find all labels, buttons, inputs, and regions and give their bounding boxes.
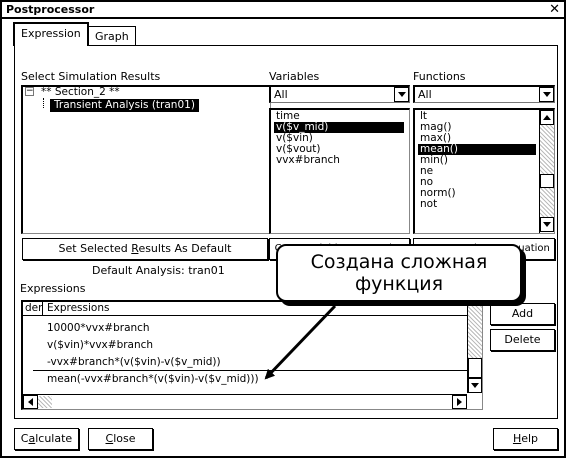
scroll-track[interactable]: [540, 125, 554, 175]
variables-list[interactable]: time v($v_mid) v($vin) v($vout) vvx#bran…: [269, 108, 410, 234]
scroll-thumb[interactable]: [468, 358, 482, 378]
tab-expression-label: Expression: [21, 27, 81, 40]
variables-filter-select[interactable]: All: [269, 85, 410, 103]
postprocessor-dialog: Postprocessor ✕ Expression Graph Select …: [0, 0, 566, 458]
chevron-down-icon[interactable]: [539, 87, 554, 102]
scroll-thumb[interactable]: [540, 174, 554, 188]
function-item[interactable]: not: [418, 199, 439, 210]
set-default-label-post: esults As Default: [138, 242, 232, 255]
functions-label: Functions: [413, 70, 466, 83]
default-analysis-text: Default Analysis: tran01: [92, 264, 225, 277]
tree-collapse-icon[interactable]: −: [25, 87, 34, 96]
annotation-callout: Создана сложная функция: [276, 244, 522, 302]
tree-child-transient[interactable]: Transient Analysis (tran01): [50, 99, 199, 112]
close-button[interactable]: Close: [88, 428, 153, 450]
scroll-thumb[interactable]: [38, 396, 52, 408]
sim-results-tree[interactable]: − ** Section_2 ** Transient Analysis (tr…: [21, 85, 271, 234]
functions-list[interactable]: lt mag() max() mean() min() ne no norm()…: [413, 108, 555, 234]
callout-line-2: функция: [354, 273, 444, 295]
column-header-expressions[interactable]: Expressions: [47, 302, 109, 314]
title-bar: Postprocessor ✕: [2, 2, 564, 19]
scroll-up-icon[interactable]: [540, 110, 554, 125]
sim-results-label: Select Simulation Results: [21, 70, 161, 83]
scroll-down-icon[interactable]: [468, 378, 482, 393]
variable-item[interactable]: vvx#branch: [274, 155, 342, 166]
expression-row[interactable]: v($vin)*vvx#branch: [45, 340, 155, 351]
expressions-label: Expressions: [20, 282, 86, 295]
tree-connector: [43, 98, 44, 108]
window-title: Postprocessor: [6, 3, 95, 16]
set-default-label-pre: Set Selected: [58, 242, 132, 255]
expression-panel: Select Simulation Results − ** Section_2…: [14, 45, 558, 419]
delete-button[interactable]: Delete: [490, 329, 555, 351]
scroll-left-icon[interactable]: [23, 395, 38, 409]
functions-filter-value: All: [418, 88, 432, 101]
expressions-table[interactable]: der Expressions 10000*vvx#branch v($vin)…: [21, 300, 483, 410]
functions-filter-select[interactable]: All: [413, 85, 555, 103]
close-icon[interactable]: ✕: [549, 2, 560, 17]
tab-graph[interactable]: Graph: [88, 26, 136, 46]
add-button[interactable]: Add: [490, 303, 555, 325]
expression-row[interactable]: 10000*vvx#branch: [45, 323, 152, 334]
row-divider: [33, 370, 467, 371]
expressions-vscrollbar[interactable]: [467, 302, 482, 393]
scroll-down-icon[interactable]: [540, 217, 554, 232]
tree-root[interactable]: ** Section_2 **: [39, 87, 122, 98]
functions-scrollbar[interactable]: [539, 110, 554, 233]
expression-row-new[interactable]: mean(-vvx#branch*(v($vin)-v($v_mid))): [45, 374, 261, 385]
calculate-label-post: lculate: [35, 432, 73, 445]
scroll-track[interactable]: [540, 188, 554, 218]
expressions-header: der Expressions: [23, 302, 467, 316]
help-label-accel: H: [512, 432, 522, 445]
variables-filter-value: All: [274, 88, 288, 101]
tab-expression[interactable]: Expression: [13, 22, 89, 46]
scroll-track[interactable]: [468, 302, 482, 358]
expression-row[interactable]: -vvx#branch*(v($vin)-v($v_mid)): [45, 357, 223, 368]
callout-line-1: Создана сложная: [310, 251, 488, 273]
variables-label: Variables: [269, 70, 320, 83]
close-label-post: lose: [113, 432, 136, 445]
scroll-right-icon[interactable]: [452, 395, 467, 409]
chevron-down-icon[interactable]: [394, 87, 409, 102]
tab-graph-label: Graph: [95, 30, 129, 43]
column-header-order[interactable]: der: [25, 302, 43, 315]
help-button[interactable]: Help: [493, 428, 558, 450]
set-default-results-button[interactable]: Set Selected Results As Default: [22, 238, 268, 260]
help-label-post: elp: [521, 432, 539, 445]
expressions-hscrollbar[interactable]: [23, 394, 467, 409]
calculate-button[interactable]: Calculate: [14, 428, 79, 450]
